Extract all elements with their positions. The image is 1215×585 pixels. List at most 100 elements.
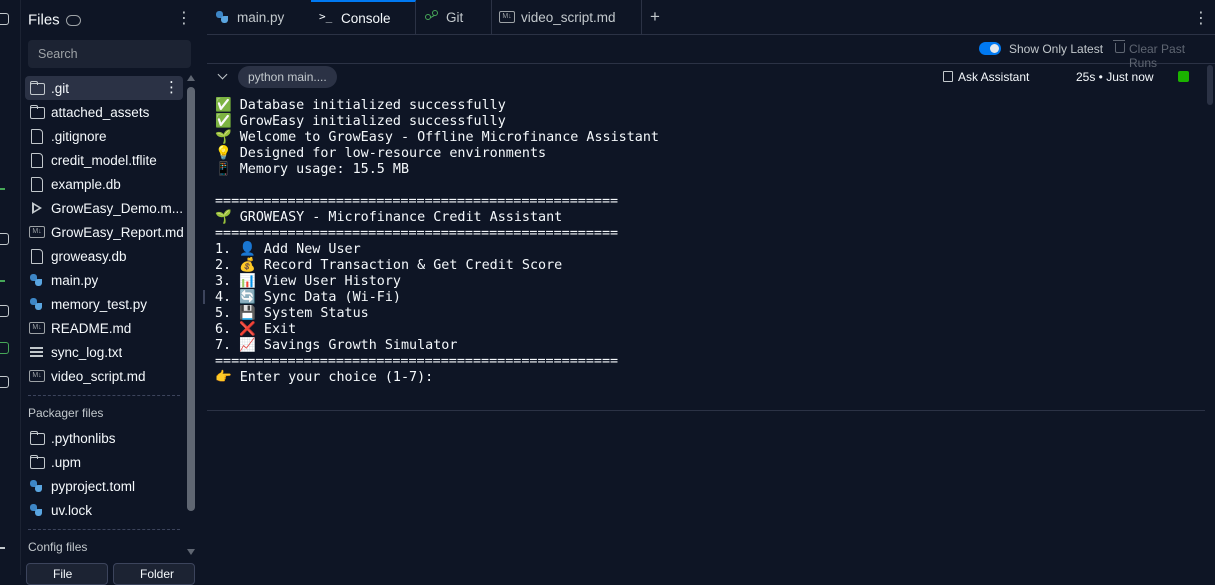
tab-console[interactable]: Console (311, 0, 416, 34)
file-label: .pythonlibs (51, 430, 116, 446)
markdown-icon (499, 10, 515, 24)
file-search (28, 40, 191, 68)
show-only-latest-label: Show Only Latest (1009, 42, 1104, 56)
scrollbar-thumb[interactable] (187, 87, 195, 511)
file-label: .git (51, 80, 70, 96)
file-row[interactable]: uv.lock (25, 498, 183, 522)
file-row[interactable]: README.md (25, 316, 183, 340)
file-row[interactable]: example.db (25, 172, 183, 196)
scroll-down-icon[interactable] (187, 549, 195, 555)
tab-bar-more-icon[interactable]: ⋮ (1193, 8, 1209, 28)
cloud-sync-icon (65, 14, 81, 26)
packager-files-title: Packager files (28, 406, 104, 420)
ask-assistant-button[interactable]: Ask Assistant (958, 70, 1029, 84)
file-explorer: Files ⋮ .git ⋮ attached_assets .gitignore… (21, 0, 201, 585)
python-icon (29, 273, 45, 287)
extensions-tool-icon[interactable] (0, 376, 9, 388)
new-file-button[interactable]: File (26, 563, 108, 585)
python-icon (29, 479, 45, 493)
divider (28, 395, 180, 396)
file-row[interactable]: .git ⋮ (25, 76, 183, 100)
file-panel-scrollbar[interactable] (187, 75, 195, 555)
files-more-menu-icon[interactable]: ⋮ (176, 10, 192, 28)
file-label: main.py (51, 272, 99, 288)
console-line: 💡 Designed for low-resource environments (215, 146, 547, 161)
folder-icon (29, 431, 45, 445)
rail-marker-icon (0, 188, 5, 190)
search-tool-icon[interactable] (0, 13, 9, 25)
file-search-input[interactable] (28, 40, 188, 68)
file-label: .upm (51, 454, 82, 470)
folder-icon (29, 455, 45, 469)
file-label: GrowEasy_Demo.m... (51, 200, 183, 216)
console-line: 3. 📊 View User History (215, 274, 401, 289)
console-line: ✅ Database initialized successfully (215, 98, 506, 113)
console-divider (207, 410, 1205, 411)
file-row[interactable]: .upm (25, 450, 183, 474)
rail-marker-icon (0, 280, 5, 282)
toggle-knob (990, 44, 999, 53)
file-row[interactable]: .pythonlibs (25, 426, 183, 450)
console-line: 📱 Memory usage: 15.5 MB (215, 162, 410, 177)
config-files-title: Config files (28, 540, 88, 554)
tab-label: Console (341, 10, 391, 26)
file-row[interactable]: attached_assets (25, 100, 183, 124)
console-line: 7. 📈 Savings Growth Simulator (215, 338, 458, 353)
file-row[interactable]: GrowEasy_Report.md (25, 220, 183, 244)
file-row[interactable]: memory_test.py (25, 292, 183, 316)
database-tool-icon[interactable] (0, 305, 9, 317)
file-row[interactable]: credit_model.tflite (25, 148, 183, 172)
new-folder-button[interactable]: Folder (113, 563, 195, 585)
folder-icon (29, 81, 45, 95)
run-status-indicator (1178, 71, 1189, 82)
file-label: memory_test.py (51, 296, 148, 312)
new-tab-plus-icon[interactable]: + (645, 7, 665, 27)
markdown-icon (29, 369, 45, 383)
markdown-icon (29, 321, 45, 335)
panel-resize-handle[interactable] (203, 290, 205, 304)
file-row[interactable]: main.py (25, 268, 183, 292)
console-scrollbar[interactable] (1207, 65, 1213, 105)
file-label: pyproject.toml (51, 478, 136, 494)
console-line: 6. ❌ Exit (215, 322, 297, 337)
collapse-chevron-icon[interactable] (217, 69, 228, 80)
scroll-up-icon[interactable] (187, 75, 195, 81)
assistant-flag-icon (943, 71, 953, 82)
file-label: credit_model.tflite (51, 152, 157, 168)
file-row[interactable]: pyproject.toml (25, 474, 183, 498)
console-icon (319, 10, 335, 25)
play-icon (29, 201, 45, 215)
file-label: video_script.md (51, 368, 146, 384)
file-row[interactable]: GrowEasy_Demo.m... (25, 196, 183, 220)
console-line: ========================================… (215, 194, 619, 209)
file-label: .gitignore (51, 128, 107, 144)
file-row[interactable]: groweasy.db (25, 244, 183, 268)
show-only-latest-toggle[interactable] (979, 42, 1001, 55)
file-row[interactable]: .gitignore (25, 124, 183, 148)
tab-video-script[interactable]: video_script.md (491, 0, 642, 34)
trash-icon (1113, 40, 1125, 53)
file-label: example.db (51, 176, 121, 192)
console-toolbar: Show Only Latest Clear Past Runs (207, 35, 1215, 70)
text-file-icon (29, 345, 45, 359)
console-line: ✅ GrowEasy initialized successfully (215, 114, 506, 129)
files-header: Files (28, 11, 81, 29)
file-row[interactable]: sync_log.txt (25, 340, 183, 364)
tab-git[interactable]: Git (416, 0, 492, 34)
rail-marker-icon (0, 547, 5, 549)
console-prompt-line: 👉 Enter your choice (1-7): (215, 370, 434, 385)
divider (28, 529, 180, 530)
tab-label: main.py (237, 9, 285, 25)
file-label: attached_assets (51, 104, 150, 120)
tab-label: video_script.md (521, 9, 616, 25)
file-icon (29, 177, 45, 192)
folder-icon (29, 105, 45, 119)
console-tool-icon[interactable] (0, 233, 9, 245)
file-row[interactable]: video_script.md (25, 364, 183, 388)
git-tool-icon[interactable] (0, 342, 9, 354)
file-row-menu-icon[interactable]: ⋮ (164, 79, 179, 97)
tab-main-py[interactable]: main.py (207, 0, 312, 34)
file-label: README.md (51, 320, 132, 336)
run-command-chip[interactable]: python main.... (238, 66, 337, 88)
console-line: 🌱 Welcome to GrowEasy - Offline Microfin… (215, 130, 659, 145)
